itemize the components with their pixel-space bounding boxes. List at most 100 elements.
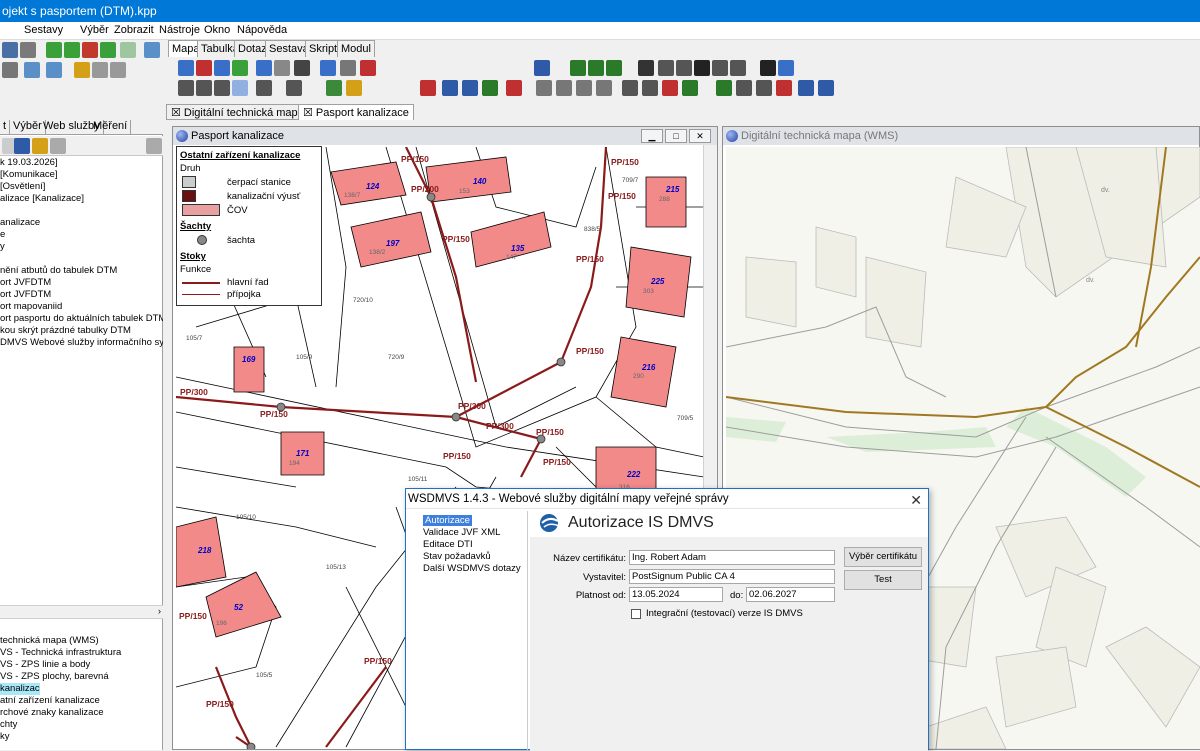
buf5-icon[interactable] [716, 80, 732, 96]
polygon-icon[interactable] [274, 60, 290, 76]
layer-item[interactable]: technická mapa (WMS) [0, 635, 163, 647]
grid-link-icon[interactable] [120, 42, 136, 58]
map-frame4-icon[interactable] [712, 60, 728, 76]
nodes-icon[interactable] [196, 60, 212, 76]
layer-item[interactable]: atní zařízení kanalizace [0, 695, 163, 707]
zoom-icon[interactable] [214, 80, 230, 96]
list-item[interactable]: ort JVFDTM [0, 277, 163, 289]
line-icon[interactable] [256, 60, 272, 76]
menu-vyber[interactable]: Výběr [80, 24, 109, 36]
list-item[interactable]: [Komunikace] [0, 169, 163, 181]
shape-icon[interactable] [286, 80, 302, 96]
layer-item[interactable]: ky [0, 731, 163, 743]
list-item[interactable]: analizace [0, 217, 163, 229]
scale-icon[interactable] [638, 60, 654, 76]
print-icon[interactable] [20, 42, 36, 58]
scroll-right-icon[interactable]: › [158, 606, 161, 616]
layer-item[interactable]: chty [0, 719, 163, 731]
export-icon[interactable] [798, 80, 814, 96]
select-certificate-button[interactable]: Výběr certifikátu [844, 547, 922, 567]
lp-tab-mereni[interactable]: Měření [90, 120, 132, 134]
list-item[interactable]: ort mapovaniid [0, 301, 163, 313]
tag-icon[interactable] [74, 62, 90, 78]
measure-line-icon[interactable] [256, 80, 272, 96]
zoom-select-icon[interactable] [606, 60, 622, 76]
cut-icon[interactable] [360, 60, 376, 76]
list-item[interactable]: e [0, 229, 163, 241]
pin-icon[interactable] [46, 62, 62, 78]
menu-okno[interactable]: Okno [204, 24, 230, 36]
table-icon[interactable] [420, 80, 436, 96]
nav-item-autorizace[interactable]: Autorizace [423, 515, 472, 526]
select-icon[interactable] [196, 80, 212, 96]
tab-modul[interactable]: Modul [337, 40, 375, 57]
map-frame2-icon[interactable] [676, 60, 692, 76]
buf4-icon[interactable] [682, 80, 698, 96]
grid-icon[interactable] [46, 42, 62, 58]
tab-skript[interactable]: Skript [305, 40, 342, 57]
frame-icon[interactable] [24, 62, 40, 78]
list-item[interactable]: k 19.03.2026] [0, 157, 163, 169]
grid-edit-icon[interactable] [100, 42, 116, 58]
star-icon[interactable] [32, 138, 48, 154]
horizontal-scrollbar[interactable]: › [0, 605, 163, 619]
nav-item-editace[interactable]: Editace DTI [423, 539, 473, 550]
globe-icon[interactable] [818, 80, 834, 96]
grid-delete-icon[interactable] [82, 42, 98, 58]
list-item[interactable]: [Osvětlení] [0, 181, 163, 193]
list-item[interactable]: ort JVFDTM [0, 289, 163, 301]
buf3-icon[interactable] [662, 80, 678, 96]
list-item[interactable]: DMVS Webové služby informačního systému [0, 337, 163, 349]
valid-from-field[interactable]: 13.05.2024 [629, 587, 723, 602]
copy-icon[interactable] [536, 80, 552, 96]
close-icon[interactable]: ✕ [910, 490, 922, 510]
list-item[interactable] [0, 205, 163, 217]
list-item[interactable]: alizace [Kanalizace] [0, 193, 163, 205]
window-icon[interactable] [144, 42, 160, 58]
measure-icon[interactable] [778, 60, 794, 76]
copy2-icon[interactable] [556, 80, 572, 96]
menu-sestavy[interactable]: Sestavy [24, 24, 63, 36]
attr3-icon[interactable] [482, 80, 498, 96]
layer-item[interactable]: VS - ZPS plochy, barevná [0, 671, 163, 683]
save-icon[interactable] [2, 42, 18, 58]
attr4-icon[interactable] [506, 80, 522, 96]
menu-napoveda[interactable]: Nápověda [237, 24, 287, 36]
cert-field[interactable]: Ing. Robert Adam [629, 550, 835, 565]
doc-tab-pasport[interactable]: ☒ Pasport kanalizace [298, 104, 414, 120]
buf-icon[interactable] [622, 80, 638, 96]
draw-icon[interactable] [178, 60, 194, 76]
list-item[interactable]: y [0, 241, 163, 253]
layer-item[interactable]: VS - Technická infrastruktura [0, 647, 163, 659]
manhole[interactable] [451, 412, 461, 422]
xyz-icon[interactable] [294, 60, 310, 76]
pan-icon[interactable] [232, 80, 248, 96]
nav-item-stav[interactable]: Stav požadavků [423, 551, 491, 562]
crop-icon[interactable] [340, 60, 356, 76]
cursor-plus-icon[interactable] [760, 60, 776, 76]
manhole[interactable] [556, 357, 566, 367]
buf8-icon[interactable] [776, 80, 792, 96]
list-item[interactable]: ort pasportu do aktuálních tabulek DTM [0, 313, 163, 325]
nav-item-validace[interactable]: Validace JVF XML [423, 527, 500, 538]
gear-icon[interactable] [50, 138, 66, 154]
menu-nastroje[interactable]: Nástroje [159, 24, 200, 36]
link-icon[interactable] [14, 138, 30, 154]
issuer-field[interactable]: PostSignum Public CA 4 [629, 569, 835, 584]
buf6-icon[interactable] [736, 80, 752, 96]
manhole[interactable] [276, 402, 286, 412]
close-button[interactable]: ✕ [689, 129, 711, 143]
bind-icon[interactable] [320, 60, 336, 76]
zoom-extent-icon[interactable] [588, 60, 604, 76]
tag-gray-icon[interactable] [92, 62, 108, 78]
ruler-icon[interactable] [2, 62, 18, 78]
lp-tab-0[interactable]: t [0, 120, 11, 134]
rotate-icon[interactable] [232, 60, 248, 76]
test-version-checkbox[interactable] [631, 609, 641, 619]
arrow-yellow-icon[interactable] [346, 80, 362, 96]
close-icon[interactable]: ☒ [171, 107, 184, 119]
nav-item-dalsi[interactable]: Další WSDMVS dotazy [423, 563, 521, 574]
buf7-icon[interactable] [756, 80, 772, 96]
layer-item-selected[interactable]: kanalizace [0, 683, 40, 695]
layers-icon[interactable] [326, 80, 342, 96]
